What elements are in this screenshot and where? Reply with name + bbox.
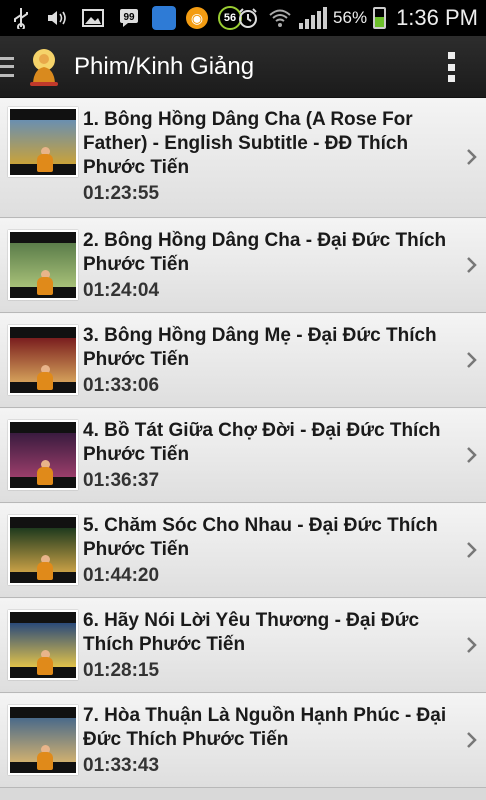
chat-icon: 99 bbox=[116, 6, 142, 30]
app2-icon: ◉ bbox=[186, 7, 208, 29]
video-duration: 01:33:06 bbox=[83, 375, 160, 396]
list-item[interactable]: 4. Bồ Tát Giữa Chợ Đời - Đại Đức Thích P… bbox=[0, 408, 486, 503]
video-thumbnail bbox=[8, 515, 78, 585]
video-title: 1. Bông Hồng Dâng Cha (A Rose For Father… bbox=[83, 109, 413, 178]
drawer-menu-icon[interactable] bbox=[0, 56, 14, 77]
svg-text:99: 99 bbox=[123, 12, 135, 23]
list-item[interactable]: 1. Bông Hồng Dâng Cha (A Rose For Father… bbox=[0, 98, 486, 218]
battery-percent: 56% bbox=[333, 8, 368, 27]
video-title: 6. Hãy Nói Lời Yêu Thương - Đại Đức Thíc… bbox=[83, 610, 420, 655]
video-title: 3. Bông Hồng Dâng Mẹ - Đại Đức Thích Phư… bbox=[83, 325, 437, 370]
chevron-right-icon bbox=[466, 730, 478, 750]
video-duration: 01:33:43 bbox=[83, 755, 160, 776]
video-duration: 01:23:55 bbox=[83, 183, 160, 204]
action-bar: Phim/Kinh Giảng bbox=[0, 36, 486, 98]
chevron-right-icon bbox=[466, 147, 478, 167]
volume-icon bbox=[44, 6, 70, 30]
alarm-icon bbox=[235, 6, 261, 30]
video-title: 7. Hòa Thuận Là Nguồn Hạnh Phúc - Đại Đứ… bbox=[83, 705, 447, 750]
chevron-right-icon bbox=[466, 255, 478, 275]
list-item[interactable]: 2. Bông Hồng Dâng Cha - Đại Đức Thích Ph… bbox=[0, 218, 486, 313]
video-duration: 01:36:37 bbox=[83, 470, 160, 491]
video-list: 1. Bông Hồng Dâng Cha (A Rose For Father… bbox=[0, 98, 486, 800]
page-title: Phim/Kinh Giảng bbox=[74, 52, 255, 80]
video-title: 4. Bồ Tát Giữa Chợ Đời - Đại Đức Thích P… bbox=[83, 420, 441, 465]
battery-level bbox=[375, 16, 385, 27]
chevron-right-icon bbox=[466, 540, 478, 560]
video-duration: 01:44:20 bbox=[83, 565, 160, 586]
video-duration: 01:28:15 bbox=[83, 660, 160, 681]
signal-icon bbox=[299, 7, 328, 29]
usb-icon bbox=[8, 6, 34, 30]
chevron-right-icon bbox=[466, 350, 478, 370]
overflow-menu-icon[interactable] bbox=[448, 52, 456, 82]
image-icon bbox=[80, 6, 106, 30]
wifi-icon bbox=[267, 6, 293, 30]
app-icon bbox=[152, 6, 176, 30]
status-bar: 99 ◉ 56 56% 1:36 PM bbox=[0, 0, 486, 36]
list-item[interactable]: 6. Hãy Nói Lời Yêu Thương - Đại Đức Thíc… bbox=[0, 598, 486, 693]
video-thumbnail bbox=[8, 230, 78, 300]
list-item[interactable]: 3. Bông Hồng Dâng Mẹ - Đại Đức Thích Phư… bbox=[0, 313, 486, 408]
video-title: 2. Bông Hồng Dâng Cha - Đại Đức Thích Ph… bbox=[83, 230, 447, 275]
chevron-right-icon bbox=[466, 445, 478, 465]
battery-icon bbox=[373, 7, 387, 29]
list-item[interactable]: 5. Chăm Sóc Cho Nhau - Đại Đức Thích Phư… bbox=[0, 503, 486, 598]
video-thumbnail bbox=[8, 107, 78, 177]
video-title: 5. Chăm Sóc Cho Nhau - Đại Đức Thích Phư… bbox=[83, 515, 438, 560]
video-duration: 01:24:04 bbox=[83, 280, 160, 301]
chevron-right-icon bbox=[466, 635, 478, 655]
video-thumbnail bbox=[8, 705, 78, 775]
clock: 1:36 PM bbox=[396, 5, 478, 30]
video-thumbnail bbox=[8, 325, 78, 395]
list-item[interactable]: 7. Hòa Thuận Là Nguồn Hạnh Phúc - Đại Đứ… bbox=[0, 693, 486, 788]
video-thumbnail bbox=[8, 420, 78, 490]
buddha-logo-icon[interactable] bbox=[26, 47, 62, 87]
video-thumbnail bbox=[8, 610, 78, 680]
